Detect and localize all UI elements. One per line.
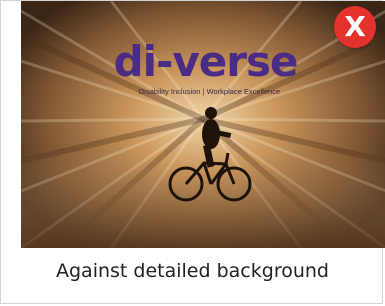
close-button[interactable]: X: [334, 6, 376, 48]
close-icon: X: [344, 10, 366, 43]
logo-tagline: Disability Inclusion | Workplace Excelle…: [138, 87, 281, 96]
image-caption: Against detailed background: [56, 260, 329, 282]
background-photo: di-verse Disability Inclusion | Workplac…: [21, 1, 385, 248]
logo: di-verse: [21, 39, 385, 85]
image-card: di-verse Disability Inclusion | Workplac…: [0, 0, 385, 304]
logo-wordmark: di-verse: [113, 37, 299, 86]
